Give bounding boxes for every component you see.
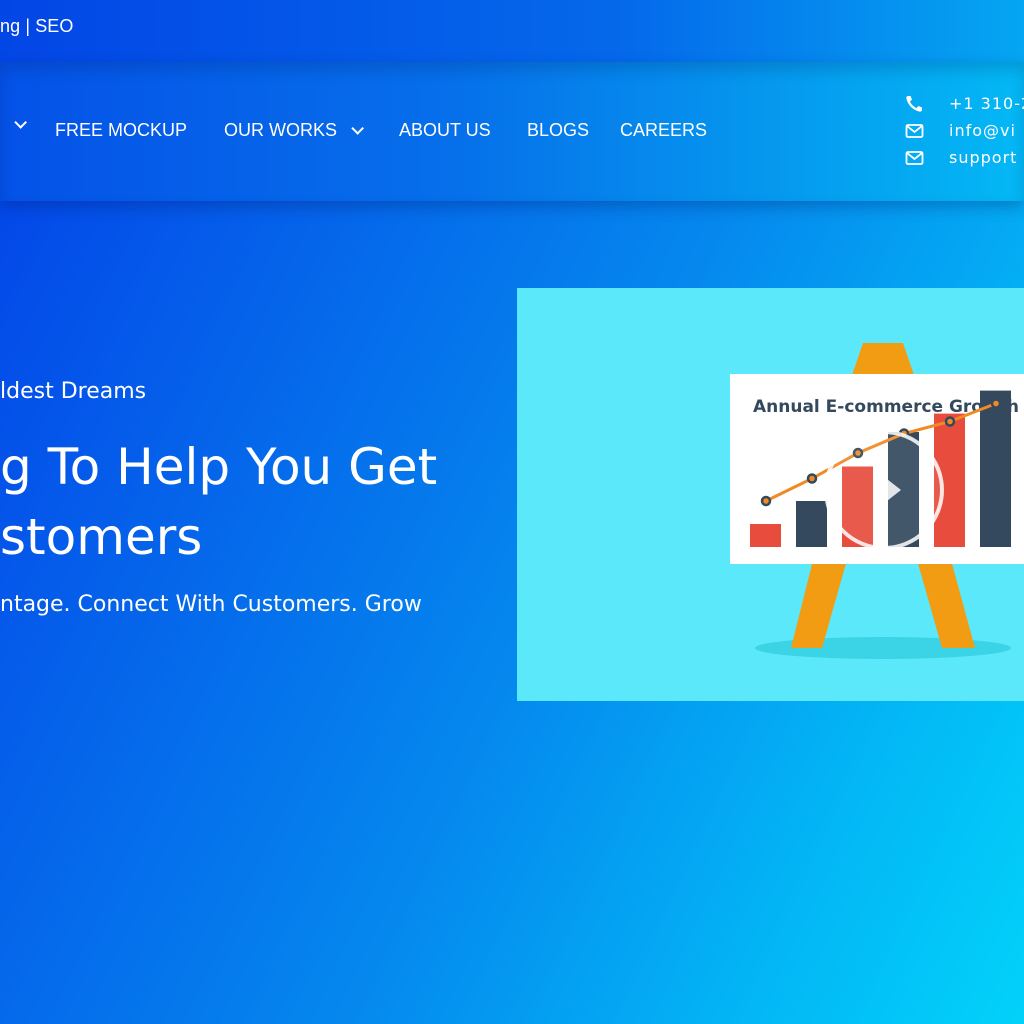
easel-leg-left: [791, 560, 847, 648]
hero-title-line-2: stomers: [0, 508, 203, 566]
phone-icon: [905, 95, 925, 113]
contact-email-text: support: [949, 148, 1018, 167]
video-thumbnail: Annual E-commerce Growth: [730, 343, 1024, 659]
thumbnail-bar: [796, 501, 827, 547]
tagline: ng | SEO: [0, 16, 74, 36]
thumbnail-trend-point: [760, 495, 772, 507]
video-player[interactable]: Annual E-commerce Growth: [517, 288, 1024, 701]
thumbnail-bar: [980, 390, 1011, 547]
chart-title: Annual E-commerce Growth: [753, 397, 1019, 417]
hero-title: g To Help You Get stomers: [0, 432, 437, 572]
easel-top: [851, 343, 915, 378]
nav-item-about-us[interactable]: ABOUT US: [399, 120, 491, 141]
nav-item-label: BLOGS: [527, 120, 590, 140]
nav-item-label: CAREERS: [620, 120, 708, 140]
nav-item-blogs[interactable]: BLOGS: [527, 120, 589, 141]
thumbnail-trend-point: [944, 416, 956, 427]
nav-item-label: FREE MOCKUP: [55, 120, 188, 140]
hero-subtitle: ntage. Connect With Customers. Grow: [0, 592, 422, 617]
nav-item-services[interactable]: [0, 116, 27, 129]
top-bar: ng | SEO: [0, 0, 1024, 62]
thumbnail-trend-point: [806, 473, 818, 484]
contact-phone-text: +1 310-2: [949, 94, 1024, 113]
contact-email-text: info@vi: [949, 121, 1016, 140]
nav-item-our-works[interactable]: OUR WORKS: [224, 120, 365, 141]
play-button[interactable]: [824, 430, 944, 550]
nav-item-label: OUR WORKS: [224, 120, 338, 140]
easel-leg-right: [917, 560, 975, 648]
nav-item-label: ABOUT US: [399, 120, 491, 140]
thumbnail-trend-point: [990, 398, 1002, 409]
contact-phone[interactable]: +1 310-2: [905, 94, 1024, 113]
mail-icon: [905, 122, 925, 140]
hero-title-line-1: g To Help You Get: [0, 438, 438, 496]
hero-kicker: ldest Dreams: [0, 379, 147, 404]
contact-email-info[interactable]: info@vi: [905, 121, 1016, 140]
mail-icon: [905, 149, 925, 167]
thumbnail-bar: [750, 524, 781, 547]
contact-email-support[interactable]: support: [905, 148, 1017, 167]
nav-item-free-mockup[interactable]: FREE MOCKUP: [55, 120, 187, 141]
nav-item-careers[interactable]: CAREERS: [620, 120, 707, 141]
